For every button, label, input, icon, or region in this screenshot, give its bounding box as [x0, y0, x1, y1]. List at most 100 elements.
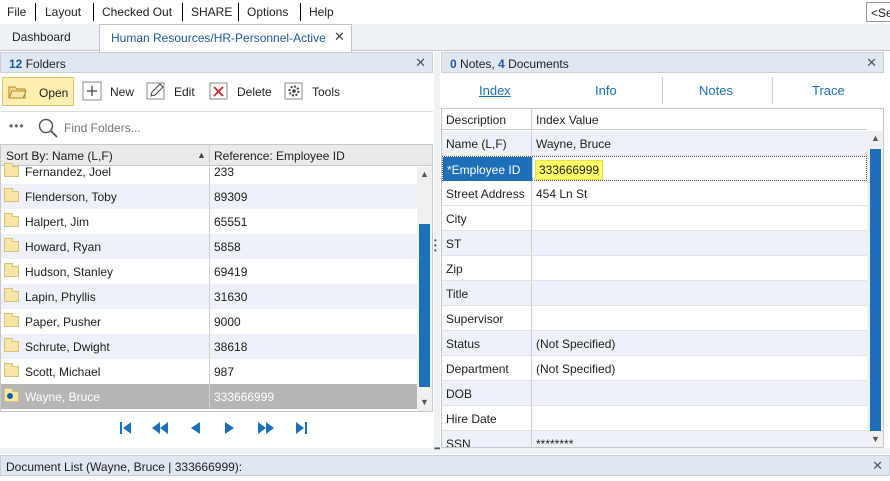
folder-count: 12: [9, 57, 23, 71]
scroll-up-icon[interactable]: ▲: [871, 133, 880, 143]
index-label: Supervisor: [446, 312, 504, 326]
folder-grid-scrollbar[interactable]: ▲ ▼: [417, 167, 432, 411]
folder-icon: [4, 363, 19, 377]
index-label: Title: [446, 287, 469, 301]
table-row[interactable]: Howard, Ryan 5858: [1, 234, 417, 259]
notes-label: Notes,: [456, 57, 499, 71]
column-divider: [209, 384, 210, 409]
column-divider: [531, 206, 532, 230]
index-row-selected[interactable]: *Employee ID 333666999: [442, 156, 867, 181]
folders-label: Folders: [22, 57, 66, 71]
index-row[interactable]: Hire Date: [442, 406, 867, 431]
scroll-thumb[interactable]: [870, 149, 881, 431]
menu-help[interactable]: Help: [309, 5, 334, 19]
menu-separator: [238, 3, 239, 21]
previous-page-icon[interactable]: [151, 421, 169, 435]
next-record-icon[interactable]: [224, 421, 236, 435]
employee-id-field[interactable]: 333666999: [535, 160, 604, 180]
folder-icon: [4, 163, 19, 177]
close-panel-icon[interactable]: ✕: [866, 55, 877, 71]
tools-button[interactable]: Tools: [280, 77, 350, 106]
folder-icon: [4, 338, 19, 352]
index-row[interactable]: Department (Not Specified): [442, 356, 867, 381]
menu-layout[interactable]: Layout: [45, 5, 81, 19]
next-page-icon[interactable]: [257, 421, 275, 435]
first-record-icon[interactable]: [119, 421, 133, 435]
vertical-splitter[interactable]: • • •: [434, 52, 440, 452]
last-record-icon[interactable]: [294, 421, 308, 435]
index-row[interactable]: DOB: [442, 381, 867, 406]
menu-share[interactable]: SHARE: [191, 5, 232, 19]
scroll-down-icon[interactable]: ▼: [871, 434, 880, 444]
tab-index[interactable]: Index: [479, 83, 511, 98]
new-button[interactable]: New: [78, 77, 140, 106]
index-value: (Not Specified): [536, 337, 616, 351]
index-row[interactable]: Status (Not Specified): [442, 331, 867, 356]
tab-trace[interactable]: Trace: [812, 83, 845, 98]
column-divider: [209, 309, 210, 334]
tab-hr-personnel-active[interactable]: Human Resources/HR-Personnel-Active ✕: [99, 24, 352, 52]
table-row[interactable]: Paper, Pusher 9000: [1, 309, 417, 334]
menu-separator: [182, 3, 183, 21]
column-divider: [531, 356, 532, 380]
open-folder-icon: [4, 388, 19, 402]
index-row[interactable]: Title: [442, 281, 867, 306]
row-id: 69419: [214, 265, 248, 279]
scroll-up-icon[interactable]: ▲: [420, 169, 429, 179]
index-grid-header: Description Index Value: [442, 109, 867, 130]
close-tab-icon[interactable]: ✕: [334, 29, 345, 45]
table-row-selected[interactable]: Wayne, Bruce 333666999: [1, 384, 417, 409]
row-name: Flenderson, Toby: [25, 190, 117, 204]
column-divider: [209, 234, 210, 259]
global-search-input[interactable]: <Se: [866, 2, 890, 22]
index-row[interactable]: Street Address 454 Ln St: [442, 181, 867, 206]
column-divider: [531, 109, 532, 129]
table-row[interactable]: Schrute, Dwight 38618: [1, 334, 417, 359]
index-label: DOB: [446, 387, 473, 401]
edit-button[interactable]: Edit: [142, 77, 202, 106]
open-label: Open: [39, 86, 69, 100]
find-folders-input[interactable]: [64, 118, 414, 138]
tab-notes[interactable]: Notes: [699, 83, 733, 98]
row-id: 987: [214, 365, 235, 379]
horizontal-splitter[interactable]: •••: [0, 444, 890, 454]
index-row[interactable]: SSN ********: [442, 431, 867, 447]
column-divider: [209, 259, 210, 284]
table-row[interactable]: Fernandez, Joel 233: [1, 159, 417, 184]
scroll-down-icon[interactable]: ▼: [420, 397, 429, 407]
menu-checked-out[interactable]: Checked Out: [102, 5, 172, 19]
index-label: *Employee ID: [447, 163, 521, 177]
delete-button[interactable]: Delete: [205, 77, 277, 106]
index-row[interactable]: Name (L,F) Wayne, Bruce: [442, 131, 867, 156]
index-grid-scrollbar[interactable]: ▲ ▼: [867, 131, 883, 447]
open-button[interactable]: Open: [2, 77, 74, 106]
tab-dashboard[interactable]: Dashboard: [0, 24, 99, 51]
table-row[interactable]: Scott, Michael 987: [1, 359, 417, 384]
close-panel-icon[interactable]: ✕: [415, 55, 426, 71]
folder-icon: [4, 263, 19, 277]
pencil-icon: [146, 82, 165, 100]
menu-separator: [93, 3, 94, 21]
row-name: Howard, Ryan: [25, 240, 102, 254]
index-row[interactable]: Supervisor: [442, 306, 867, 331]
documents-label: Documents: [504, 57, 569, 71]
scroll-thumb[interactable]: [419, 224, 430, 387]
index-row[interactable]: Zip: [442, 256, 867, 281]
table-row[interactable]: Lapin, Phyllis 31630: [1, 284, 417, 309]
previous-record-icon[interactable]: [189, 421, 201, 435]
edit-label: Edit: [174, 85, 195, 99]
table-row[interactable]: Halpert, Jim 65551: [1, 209, 417, 234]
index-value: Wayne, Bruce: [536, 137, 611, 151]
index-row[interactable]: City: [442, 206, 867, 231]
index-row[interactable]: ST: [442, 231, 867, 256]
table-row[interactable]: Hudson, Stanley 69419: [1, 259, 417, 284]
menu-options[interactable]: Options: [247, 5, 288, 19]
menu-file[interactable]: File: [7, 5, 26, 19]
more-options-icon[interactable]: •••: [9, 119, 25, 133]
gear-icon: [284, 82, 303, 100]
table-row[interactable]: Flenderson, Toby 89309: [1, 184, 417, 209]
tab-info[interactable]: Info: [595, 83, 617, 98]
search-icon[interactable]: [37, 117, 59, 139]
close-panel-icon[interactable]: ✕: [872, 458, 883, 474]
folder-grid: Sort By: Name (L,F) ▲ Reference: Employe…: [0, 144, 433, 412]
